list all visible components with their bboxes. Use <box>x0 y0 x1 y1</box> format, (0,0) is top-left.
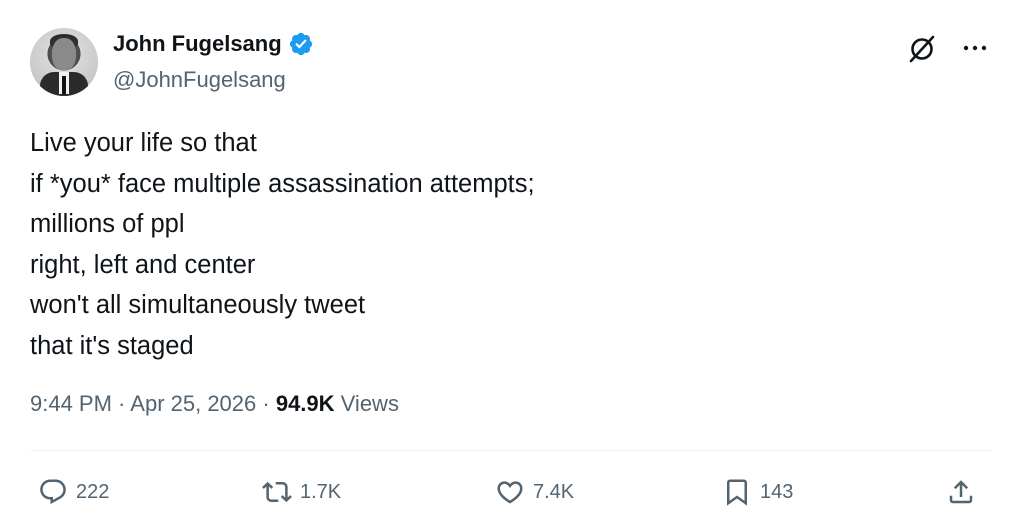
meta-separator: · <box>111 391 131 416</box>
heart-icon <box>497 481 523 504</box>
author-handle[interactable]: @JohnFugelsang <box>113 66 286 94</box>
tweet-line: right, left and center <box>30 250 256 279</box>
like-button[interactable]: 7.4K <box>495 472 574 512</box>
author-name-row: John Fugelsang <box>113 30 314 58</box>
verified-badge-icon[interactable] <box>288 31 314 57</box>
tweet-line: won't all simultaneously tweet <box>30 291 366 319</box>
tweet-meta: 9:44 PM · Apr 25, 2026 · 94.9K Views <box>30 390 399 418</box>
tweet-card: John Fugelsang @JohnFugelsang Live your … <box>0 0 1012 528</box>
meta-separator: · <box>256 391 276 416</box>
tweet-time[interactable]: 9:44 PM <box>30 391 112 416</box>
retweet-count: 1.7K <box>300 480 342 503</box>
share-button[interactable] <box>946 472 976 512</box>
bookmark-button[interactable]: 143 <box>722 472 793 512</box>
retweet-button[interactable]: 1.7K <box>262 472 341 512</box>
author-display-name[interactable]: John Fugelsang <box>113 30 282 58</box>
tweet-date[interactable]: Apr 25, 2026 <box>130 391 256 416</box>
reply-icon <box>40 479 66 505</box>
tweet-line: Live your life so that <box>30 129 257 157</box>
like-count: 7.4K <box>533 480 575 503</box>
action-bar: 222 1.7K 7.4K 143 <box>0 472 1012 512</box>
tweet-line: that it's staged <box>30 331 194 360</box>
tweet-text: Live your life so that if *you* face mul… <box>30 123 970 366</box>
bookmark-count: 143 <box>760 480 794 503</box>
more-icon[interactable] <box>960 36 990 60</box>
divider <box>30 450 992 451</box>
avatar-tie <box>62 76 66 94</box>
avatar[interactable] <box>30 28 98 96</box>
share-icon <box>949 480 973 504</box>
retweet-icon <box>262 481 292 503</box>
grok-icon[interactable] <box>906 33 938 65</box>
reply-count: 222 <box>76 480 110 503</box>
bookmark-icon <box>727 479 747 506</box>
views-label: Views <box>334 391 399 416</box>
tweet-line: millions of ppl <box>30 210 185 238</box>
views-count[interactable]: 94.9K <box>276 391 335 416</box>
reply-button[interactable]: 222 <box>38 472 109 512</box>
avatar-head <box>52 38 76 70</box>
tweet-line: if *you* face multiple assassination att… <box>30 169 535 198</box>
